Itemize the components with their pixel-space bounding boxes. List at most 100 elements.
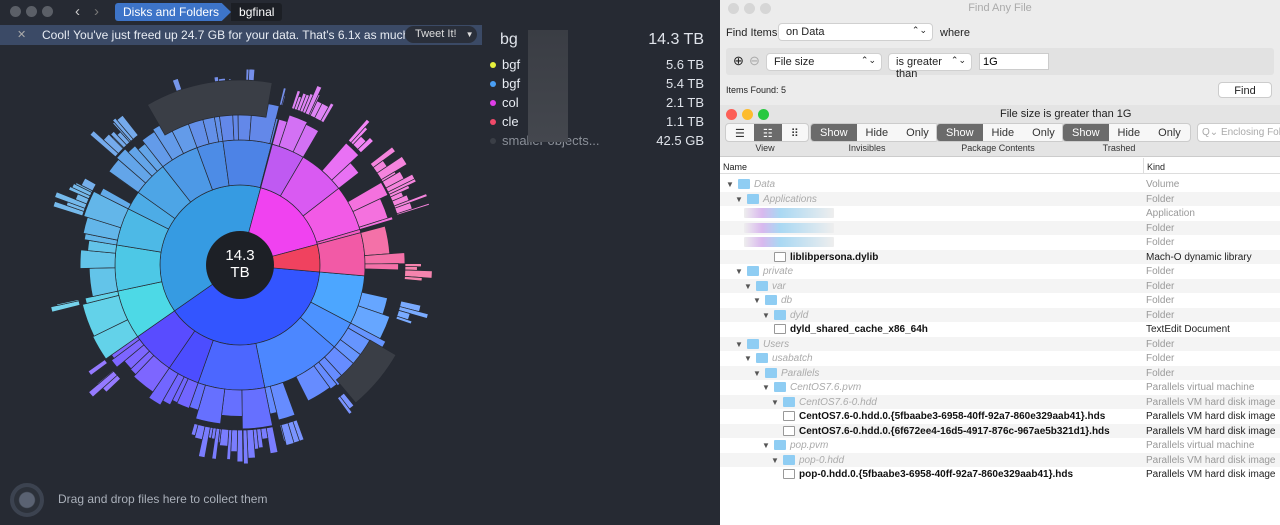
- option-hide[interactable]: Hide: [1109, 124, 1150, 141]
- legend-item[interactable]: cle 1.1 TB: [490, 114, 712, 132]
- row-kind: Volume: [1146, 179, 1180, 190]
- sunburst-segment[interactable]: [364, 263, 399, 271]
- operator-select[interactable]: is greater than ⌃⌄: [888, 53, 972, 80]
- table-row[interactable]: Application: [720, 206, 1280, 221]
- trashed-toggle: Show Hide Only: [1062, 123, 1191, 142]
- table-row[interactable]: ▼ dyld Folder: [720, 307, 1280, 322]
- disclosure-triangle-icon[interactable]: ▼: [744, 282, 752, 291]
- table-row[interactable]: ▼ db Folder: [720, 293, 1280, 308]
- list-view-icon[interactable]: ☰: [726, 124, 754, 141]
- row-name: Parallels: [781, 367, 820, 379]
- redacted-region: [744, 208, 834, 218]
- redacted-region: [528, 30, 568, 142]
- sunburst-segment[interactable]: [360, 225, 391, 256]
- table-row[interactable]: liblibpersona.dylib Mach-O dynamic librar…: [720, 249, 1280, 264]
- forward-icon[interactable]: ›: [94, 3, 99, 20]
- option-show[interactable]: Show: [937, 124, 983, 141]
- location-select[interactable]: on Data ⌃⌄: [778, 23, 933, 41]
- row-name: liblibpersona.dylib: [790, 251, 879, 263]
- table-row[interactable]: CentOS7.6-0.hdd.0.{6f672ee4-16d5-4917-87…: [720, 423, 1280, 438]
- option-show[interactable]: Show: [1063, 124, 1109, 141]
- table-row[interactable]: dyld_shared_cache_x86_64h TextEdit Docume…: [720, 322, 1280, 337]
- table-row[interactable]: ▼ pop.pvm Parallels virtual machine: [720, 438, 1280, 453]
- disclosure-triangle-icon[interactable]: ▼: [762, 311, 770, 320]
- option-show[interactable]: Show: [811, 124, 857, 141]
- sunburst-segment[interactable]: [404, 263, 422, 268]
- disclosure-triangle-icon[interactable]: ▼: [762, 441, 770, 450]
- option-only[interactable]: Only: [897, 124, 938, 141]
- table-row[interactable]: ▼ pop-0.hdd Parallels VM hard disk image: [720, 452, 1280, 467]
- legend-item[interactable]: bgf 5.4 TB: [490, 76, 712, 94]
- group-label: Trashed: [1102, 143, 1136, 153]
- column-kind[interactable]: Kind: [1143, 158, 1168, 174]
- legend-item[interactable]: bgf 5.6 TB: [490, 57, 712, 75]
- sunburst-segment[interactable]: [88, 267, 119, 297]
- table-row[interactable]: Folder: [720, 220, 1280, 235]
- table-row[interactable]: CentOS7.6-0.hdd.0.{5fbaabe3-6958-40ff-92…: [720, 409, 1280, 424]
- legend-item[interactable]: smaller objects... 42.5 GB: [490, 133, 712, 151]
- folder-icon: [756, 353, 768, 363]
- attribute-select[interactable]: File size ⌃⌄: [766, 53, 882, 71]
- table-row[interactable]: ▼ Applications Folder: [720, 191, 1280, 206]
- option-only[interactable]: Only: [1149, 124, 1190, 141]
- sunburst-segment[interactable]: [236, 429, 244, 463]
- disclosure-triangle-icon[interactable]: ▼: [726, 180, 734, 189]
- minimize-button[interactable]: [26, 6, 37, 17]
- option-hide[interactable]: Hide: [857, 124, 898, 141]
- disclosure-triangle-icon[interactable]: ▼: [735, 267, 743, 276]
- chevron-down-icon[interactable]: ▼: [466, 30, 474, 39]
- legend-size: 5.4 TB: [665, 76, 704, 91]
- row-kind: TextEdit Document: [1146, 324, 1230, 335]
- disclosure-triangle-icon[interactable]: ▼: [753, 296, 761, 305]
- option-only[interactable]: Only: [1023, 124, 1064, 141]
- table-row[interactable]: ▼ var Folder: [720, 278, 1280, 293]
- sunburst-segment[interactable]: [221, 388, 243, 417]
- remove-criteria-icon[interactable]: ⊖: [749, 53, 760, 69]
- disclosure-triangle-icon[interactable]: ▼: [771, 398, 779, 407]
- collector-icon[interactable]: [10, 483, 44, 517]
- dismiss-icon[interactable]: ✕: [17, 28, 26, 41]
- disclosure-triangle-icon[interactable]: ▼: [762, 383, 770, 392]
- sunburst-segment[interactable]: [232, 113, 239, 141]
- disclosure-triangle-icon[interactable]: ▼: [753, 369, 761, 378]
- table-row[interactable]: ▼ CentOS7.6-0.hdd Parallels VM hard disk i…: [720, 394, 1280, 409]
- disclosure-triangle-icon[interactable]: ▼: [735, 340, 743, 349]
- option-hide[interactable]: Hide: [983, 124, 1024, 141]
- table-row[interactable]: ▼ Data Volume: [720, 177, 1280, 192]
- size-input[interactable]: [979, 53, 1049, 70]
- disclosure-triangle-icon[interactable]: ▼: [744, 354, 752, 363]
- grid-view-icon[interactable]: ⠿: [782, 124, 808, 141]
- table-row[interactable]: ▼ Users Folder: [720, 336, 1280, 351]
- table-row[interactable]: pop-0.hdd.0.{5fbaabe3-6958-40ff-92a7-860…: [720, 467, 1280, 482]
- folder-icon: [783, 396, 795, 407]
- disclosure-triangle-icon[interactable]: ▼: [771, 456, 779, 465]
- tweet-label: Tweet It!: [415, 28, 457, 40]
- table-row[interactable]: ▼ CentOS7.6.pvm Parallels virtual machine: [720, 380, 1280, 395]
- outline-view-icon[interactable]: ☷: [753, 124, 782, 141]
- search-input[interactable]: Q⌄ Enclosing Fold: [1197, 123, 1280, 142]
- row-kind: Folder: [1146, 338, 1175, 350]
- legend-dot: [490, 100, 496, 106]
- center-total[interactable]: 14.3 TB: [206, 231, 274, 299]
- table-row[interactable]: ▼ Parallels Folder: [720, 365, 1280, 380]
- row-name: usabatch: [772, 353, 813, 364]
- legend-item[interactable]: col 2.1 TB: [490, 95, 712, 113]
- table-row[interactable]: Folder: [720, 235, 1280, 250]
- view-switcher: ☰ ☷ ⠿: [725, 123, 809, 142]
- tweet-button[interactable]: Tweet It! ▼: [405, 26, 477, 43]
- disclosure-triangle-icon[interactable]: ▼: [735, 195, 743, 204]
- breadcrumb-bgfinal[interactable]: bgfinal: [231, 3, 283, 21]
- back-icon[interactable]: ‹: [75, 3, 80, 20]
- table-row[interactable]: ▼ usabatch Folder: [720, 351, 1280, 366]
- breadcrumb-disks[interactable]: Disks and Folders: [115, 3, 232, 21]
- table-row[interactable]: ▼ private Folder: [720, 264, 1280, 279]
- sunburst-segment[interactable]: [87, 359, 108, 376]
- sunburst-segment[interactable]: [265, 426, 279, 454]
- row-name: CentOS7.6-0.hdd.0.{5fbaabe3-6958-40ff-92…: [799, 411, 1106, 422]
- add-criteria-icon[interactable]: ⊕: [733, 53, 744, 69]
- row-name: pop-0.hdd: [799, 454, 845, 466]
- close-button[interactable]: [10, 6, 21, 17]
- column-name[interactable]: Name: [723, 162, 747, 172]
- find-button[interactable]: Find: [1218, 82, 1272, 98]
- zoom-button[interactable]: [42, 6, 53, 17]
